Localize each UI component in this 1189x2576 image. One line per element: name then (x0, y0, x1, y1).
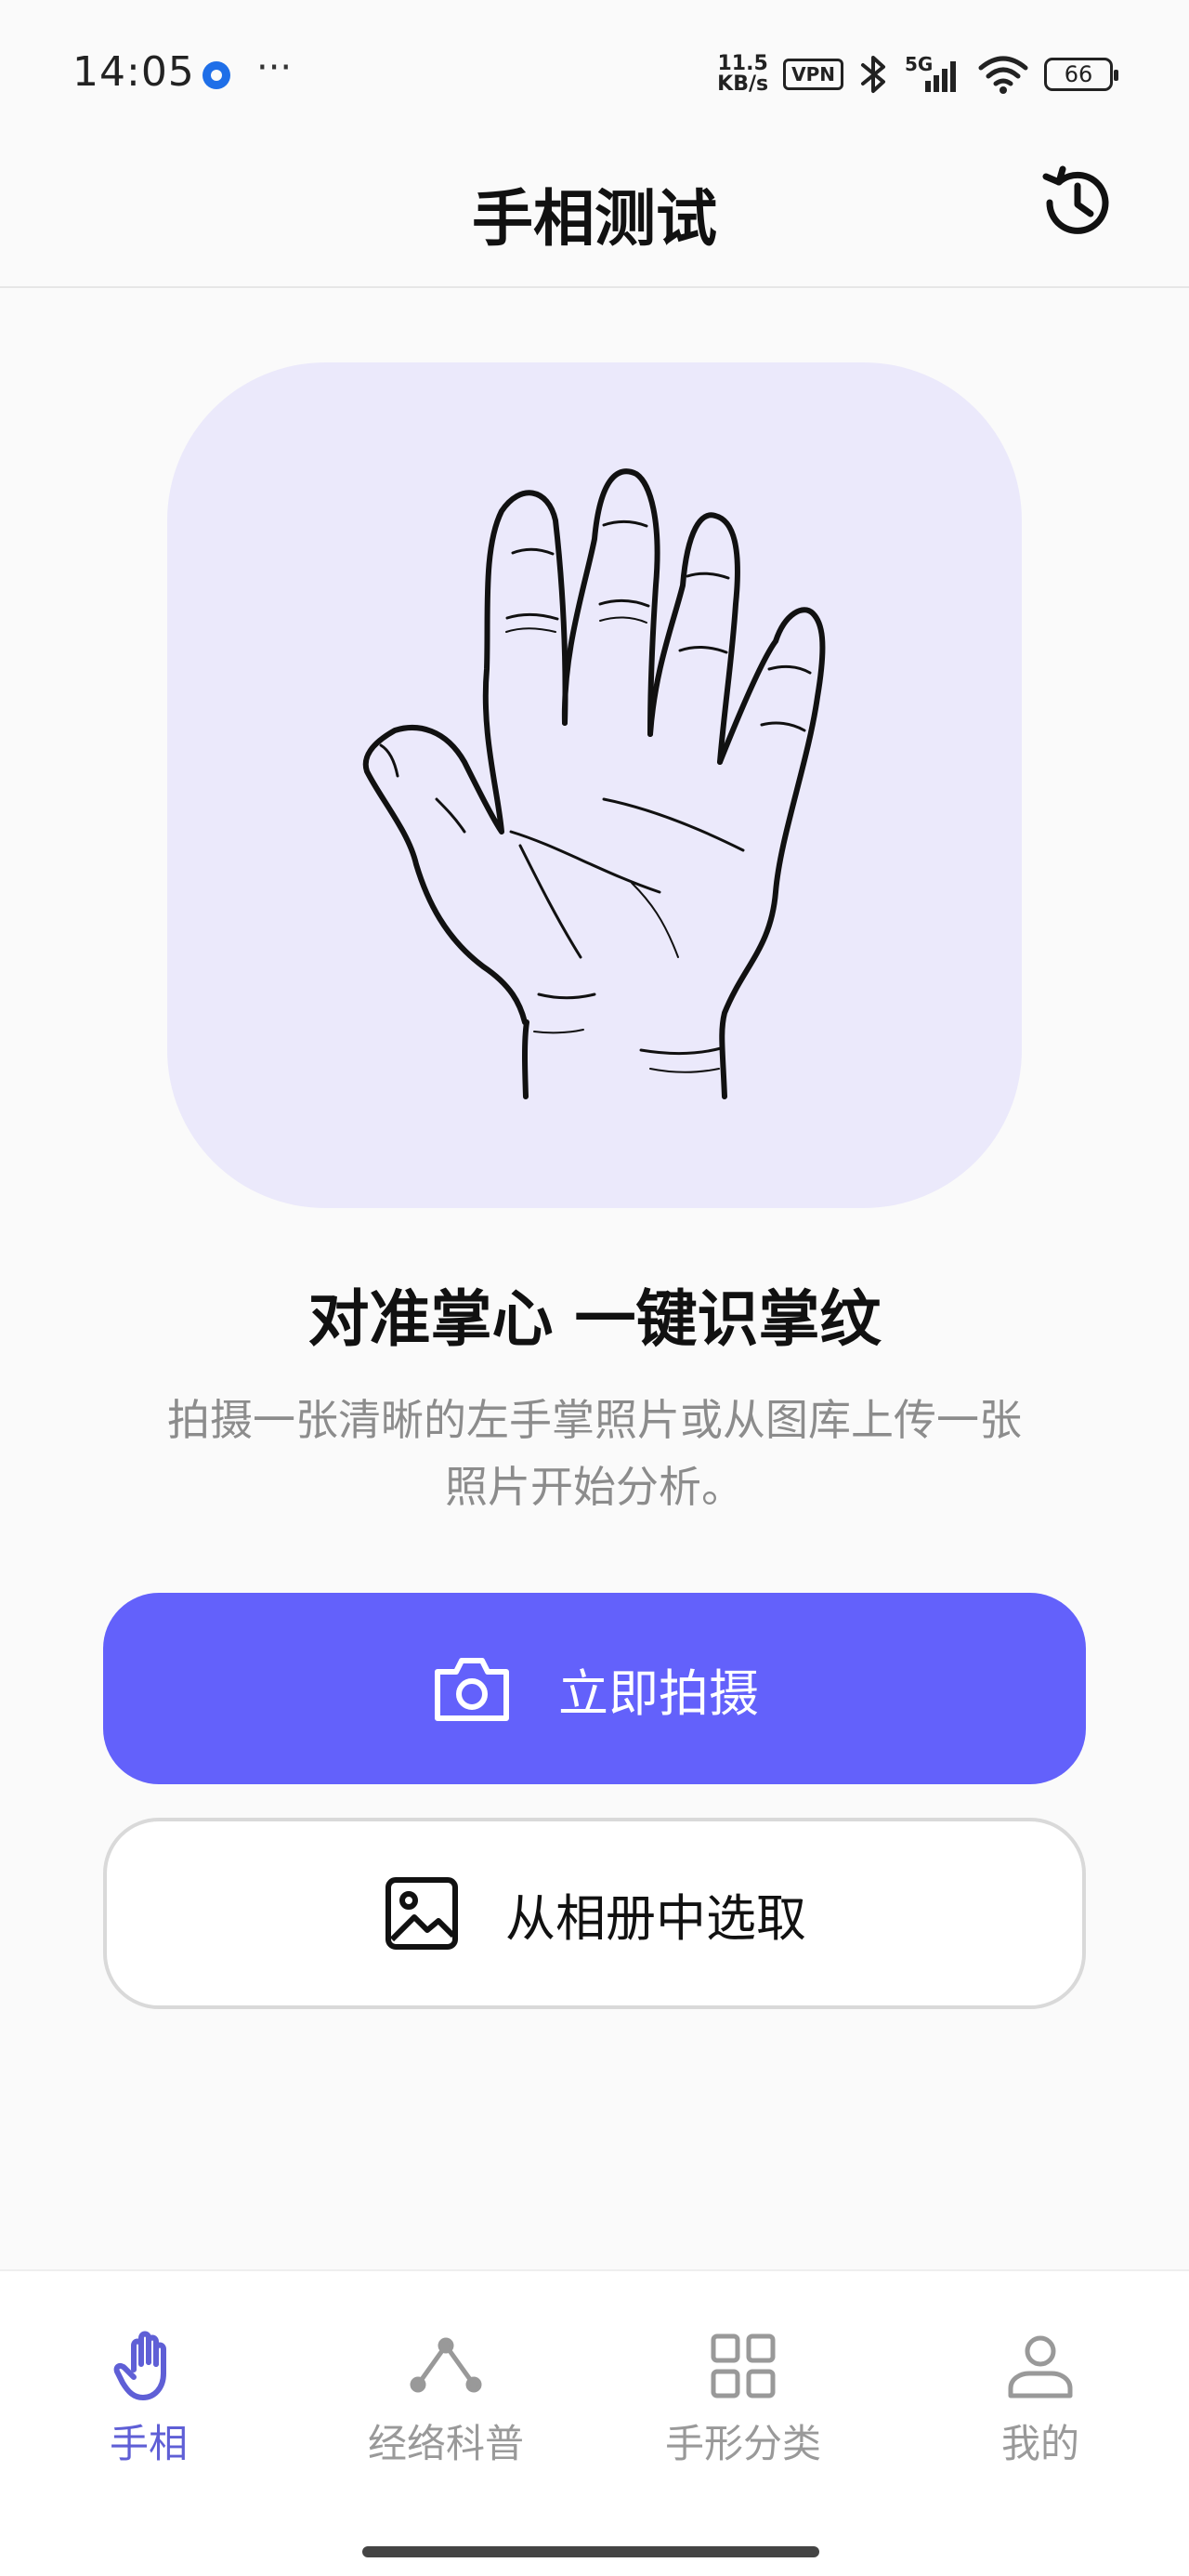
palm-test-screen: 14:05 ··· 11.5 KB/s VPN 5G 66 手相测试 对准掌心 … (0, 0, 1189, 2576)
nav-item-meridian[interactable]: 经络科普 (353, 2329, 539, 2469)
status-time: 14:05 (72, 48, 195, 96)
nav-label-hand-shape: 手形分类 (664, 2421, 821, 2466)
network-speed-value: 11.5 (717, 52, 768, 75)
home-indicator[interactable] (362, 2546, 819, 2557)
nav-item-palm[interactable]: 手相 (56, 2329, 242, 2469)
vpn-icon: VPN (783, 59, 843, 90)
battery-icon: 66 (1044, 58, 1118, 91)
battery-level: 66 (1064, 61, 1093, 87)
take-photo-label: 立即拍摄 (558, 1663, 759, 1723)
palm-illustration-card (167, 362, 1022, 1208)
instruction-text: 拍摄一张清晰的左手掌照片或从图库上传一张照片开始分析。 (167, 1395, 1022, 1512)
network-speed-unit: KB/s (717, 72, 769, 96)
camera-icon (435, 1658, 509, 1721)
nav-item-profile[interactable]: 我的 (947, 2329, 1133, 2469)
choose-from-album-button[interactable]: 从相册中选取 (103, 1818, 1086, 2009)
nav-label-profile: 我的 (1000, 2421, 1079, 2466)
more-notifications-icon: ··· (256, 46, 293, 89)
meridian-icon (410, 2337, 482, 2393)
grid-icon (711, 2333, 776, 2399)
image-icon (385, 1877, 458, 1950)
cellular-signal-icon: 5G (905, 53, 962, 96)
headline: 对准掌心 一键识掌纹 (307, 1283, 882, 1355)
wifi-icon (978, 56, 1028, 94)
nav-label-meridian: 经络科普 (367, 2421, 524, 2466)
network-speed: 11.5 KB/s (717, 54, 768, 95)
status-bar: 14:05 ··· 11.5 KB/s VPN 5G 66 (0, 0, 1189, 139)
profile-icon (1008, 2335, 1073, 2399)
history-icon (1042, 165, 1109, 234)
top-app-bar: 手相测试 (0, 139, 1189, 288)
bluetooth-icon (861, 56, 885, 93)
hand-icon (113, 2331, 166, 2400)
nav-label-palm: 手相 (109, 2421, 188, 2466)
status-indicators: 11.5 KB/s VPN 5G 66 (717, 48, 1118, 100)
choose-from-album-label: 从相册中选取 (505, 1888, 806, 1948)
app-notification-icon (203, 61, 230, 89)
nav-item-hand-shape[interactable]: 手形分类 (650, 2329, 836, 2469)
take-photo-button[interactable]: 立即拍摄 (103, 1593, 1086, 1784)
history-button[interactable] (1037, 162, 1118, 243)
bottom-navigation: 手相 经络科普 手形分类 我的 (0, 2269, 1189, 2576)
palm-hand-illustration (362, 468, 826, 1099)
page-title: 手相测试 (472, 183, 717, 255)
